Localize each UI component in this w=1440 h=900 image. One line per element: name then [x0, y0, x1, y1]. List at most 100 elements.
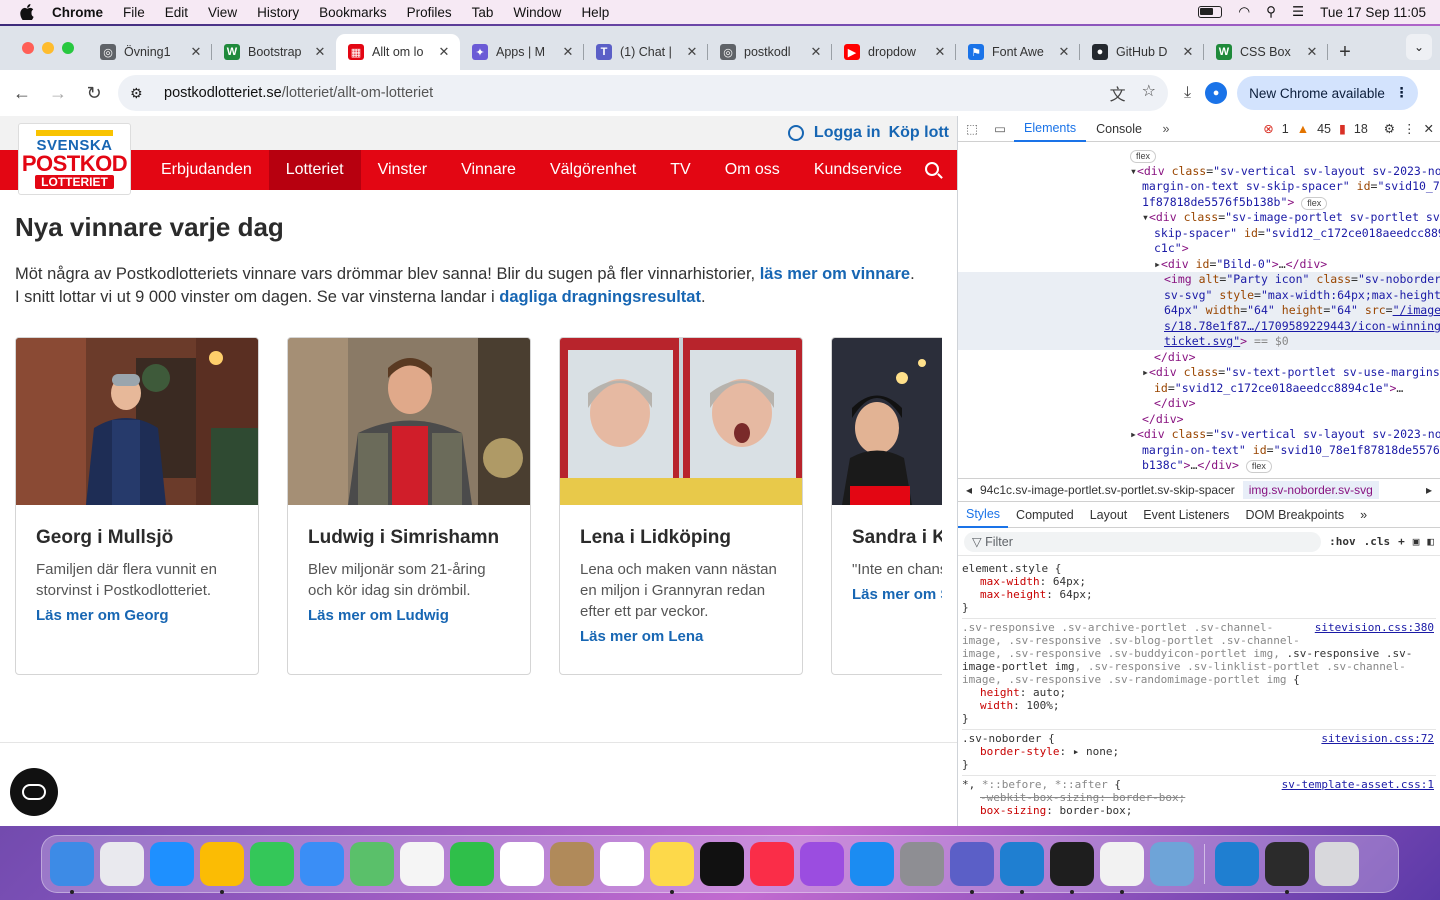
calendar-icon[interactable] [500, 842, 544, 886]
site-info-icon[interactable]: ⚙ [130, 85, 150, 102]
browser-tab[interactable]: ▦ Allt om lo ✕ [336, 34, 460, 70]
new-rule-icon[interactable]: + [1398, 535, 1405, 548]
scroll-right-icon[interactable]: ▸ [1418, 483, 1440, 497]
facetime-icon[interactable] [450, 842, 494, 886]
browser-tab[interactable]: T (1) Chat | ✕ [584, 34, 708, 70]
trash-icon[interactable] [1315, 842, 1359, 886]
reload-button[interactable]: ↻ [76, 75, 112, 111]
close-tab-icon[interactable]: ✕ [684, 44, 700, 60]
close-tab-icon[interactable]: ✕ [312, 44, 328, 60]
menubar-clock[interactable]: Tue 17 Sep 11:05 [1320, 5, 1426, 20]
spotlight-search-icon[interactable]: ⚲ [1266, 4, 1276, 20]
menu-window[interactable]: Window [513, 5, 561, 20]
buy-ticket-link[interactable]: Köp lott [889, 124, 949, 142]
address-bar[interactable]: ⚙ postkodlotteriet.se/lotteriet/allt-om-… [118, 75, 1168, 111]
error-icon[interactable]: ⊗ [1263, 121, 1273, 136]
tv-icon[interactable] [700, 842, 744, 886]
nav-lotteriet[interactable]: Lotteriet [268, 150, 361, 190]
warning-icon[interactable]: ▲ [1297, 122, 1309, 136]
browser-tab[interactable]: W CSS Box ✕ [1204, 34, 1328, 70]
device-toolbar-icon[interactable]: ▭ [986, 121, 1014, 136]
site-logo[interactable]: SVENSKA POSTKOD LOTTERIET [18, 123, 131, 195]
styles-filter-input[interactable]: ▽ Filter [964, 531, 1322, 552]
sidebar-toggle-icon[interactable]: ◧ [1427, 535, 1434, 548]
close-tab-icon[interactable]: ✕ [932, 44, 948, 60]
terminal-icon[interactable] [1050, 842, 1094, 894]
preview-icon[interactable] [1150, 842, 1194, 886]
breadcrumb-current[interactable]: img.sv-noborder.sv-svg [1242, 481, 1379, 499]
close-tab-icon[interactable]: ✕ [1304, 44, 1320, 60]
winner-card[interactable]: Georg i Mullsjö Familjen där flera vunni… [15, 337, 259, 675]
winner-card[interactable]: Lena i Lidköping Lena och maken vann näs… [559, 337, 803, 675]
menu-bookmarks[interactable]: Bookmarks [319, 5, 387, 20]
system-settings-icon[interactable] [900, 842, 944, 886]
menu-help[interactable]: Help [581, 5, 609, 20]
nav-om-oss[interactable]: Om oss [708, 150, 797, 190]
browser-tab[interactable]: ◎ postkodl ✕ [708, 34, 832, 70]
settings-gear-icon[interactable]: ⚙ [1384, 121, 1395, 136]
tab-elements[interactable]: Elements [1014, 116, 1087, 142]
browser-tab[interactable]: ✦ Apps | M ✕ [460, 34, 584, 70]
accessibility-fab[interactable] [10, 768, 58, 816]
nav-vinster[interactable]: Vinster [361, 150, 445, 190]
menu-view[interactable]: View [208, 5, 237, 20]
new-tab-button[interactable]: + [1328, 34, 1362, 70]
nav-erbjudanden[interactable]: Erbjudanden [144, 150, 269, 190]
css-rules[interactable]: element.style { max-width: 64px; max-hei… [958, 556, 1440, 821]
winner-card[interactable]: Ludwig i Simrishamn Blev miljonär som 21… [287, 337, 531, 675]
browser-tab[interactable]: W Bootstrap ✕ [212, 34, 336, 70]
close-tab-icon[interactable]: ✕ [1180, 44, 1196, 60]
translate-icon[interactable]: 文 [1110, 81, 1126, 105]
menu-file[interactable]: File [123, 5, 145, 20]
tab-layout[interactable]: Layout [1082, 502, 1136, 528]
hover-state-toggle[interactable]: :hov [1329, 535, 1356, 548]
browser-tab[interactable]: ⚑ Font Awe ✕ [956, 34, 1080, 70]
inspect-element-icon[interactable]: ⬚ [958, 121, 986, 136]
maps-icon[interactable] [350, 842, 394, 886]
tab-event-listeners[interactable]: Event Listeners [1135, 502, 1237, 528]
winner-card[interactable]: Sandra i Ka "Inte en chans vinna igen." … [831, 337, 942, 675]
back-button[interactable]: ← [4, 75, 40, 111]
tab-console[interactable]: Console [1086, 116, 1152, 142]
mail-icon[interactable] [300, 842, 344, 886]
close-tab-icon[interactable]: ✕ [436, 44, 452, 60]
wifi-icon[interactable]: ◠ [1238, 4, 1250, 20]
reminders-icon[interactable] [600, 842, 644, 886]
forward-button[interactable]: → [40, 75, 76, 111]
url-text[interactable]: postkodlotteriet.se/lotteriet/allt-om-lo… [164, 85, 433, 101]
menu-edit[interactable]: Edit [165, 5, 188, 20]
more-tabs-icon[interactable]: » [1152, 122, 1180, 136]
apple-icon[interactable] [18, 3, 36, 21]
breadcrumb-parent[interactable]: 94c1c.sv-image-portlet.sv-portlet.sv-ski… [980, 483, 1235, 497]
tab-computed[interactable]: Computed [1008, 502, 1082, 528]
menu-tab[interactable]: Tab [472, 5, 494, 20]
zoom-window-button[interactable] [62, 42, 74, 54]
close-tab-icon[interactable]: ✕ [1056, 44, 1072, 60]
menu-profiles[interactable]: Profiles [407, 5, 452, 20]
close-tab-icon[interactable]: ✕ [808, 44, 824, 60]
login-link[interactable]: Logga in [814, 124, 881, 142]
tab-search-dropdown[interactable]: ⌄ [1406, 34, 1432, 60]
textedit-icon[interactable] [1100, 842, 1144, 894]
nav-vinnare[interactable]: Vinnare [444, 150, 533, 190]
chrome-icon[interactable] [200, 842, 244, 894]
vscode-2-icon[interactable] [1215, 842, 1259, 886]
nav-tv[interactable]: TV [653, 150, 707, 190]
rule-source-link[interactable]: sv-template-asset.css:1 [1282, 778, 1434, 791]
vscode-icon[interactable] [1000, 842, 1044, 894]
photos-icon[interactable] [400, 842, 444, 886]
screen-window-icon[interactable] [1265, 842, 1309, 894]
kebab-menu-icon[interactable]: ⋮ [1403, 121, 1416, 136]
teams-icon[interactable] [950, 842, 994, 894]
battery-icon[interactable] [1198, 6, 1223, 18]
card-read-more-link[interactable]: Läs mer om Lena [580, 628, 782, 645]
messages-icon[interactable] [250, 842, 294, 886]
paint-icon[interactable]: ▣ [1413, 535, 1420, 548]
music-icon[interactable] [750, 842, 794, 886]
close-devtools-icon[interactable]: ✕ [1424, 121, 1434, 136]
control-center-icon[interactable]: ☰ [1292, 4, 1304, 20]
browser-tab[interactable]: ● GitHub D ✕ [1080, 34, 1204, 70]
rule-source-link[interactable]: sitevision.css:380 [1315, 621, 1434, 634]
search-icon[interactable] [925, 162, 939, 176]
notes-icon[interactable] [650, 842, 694, 894]
